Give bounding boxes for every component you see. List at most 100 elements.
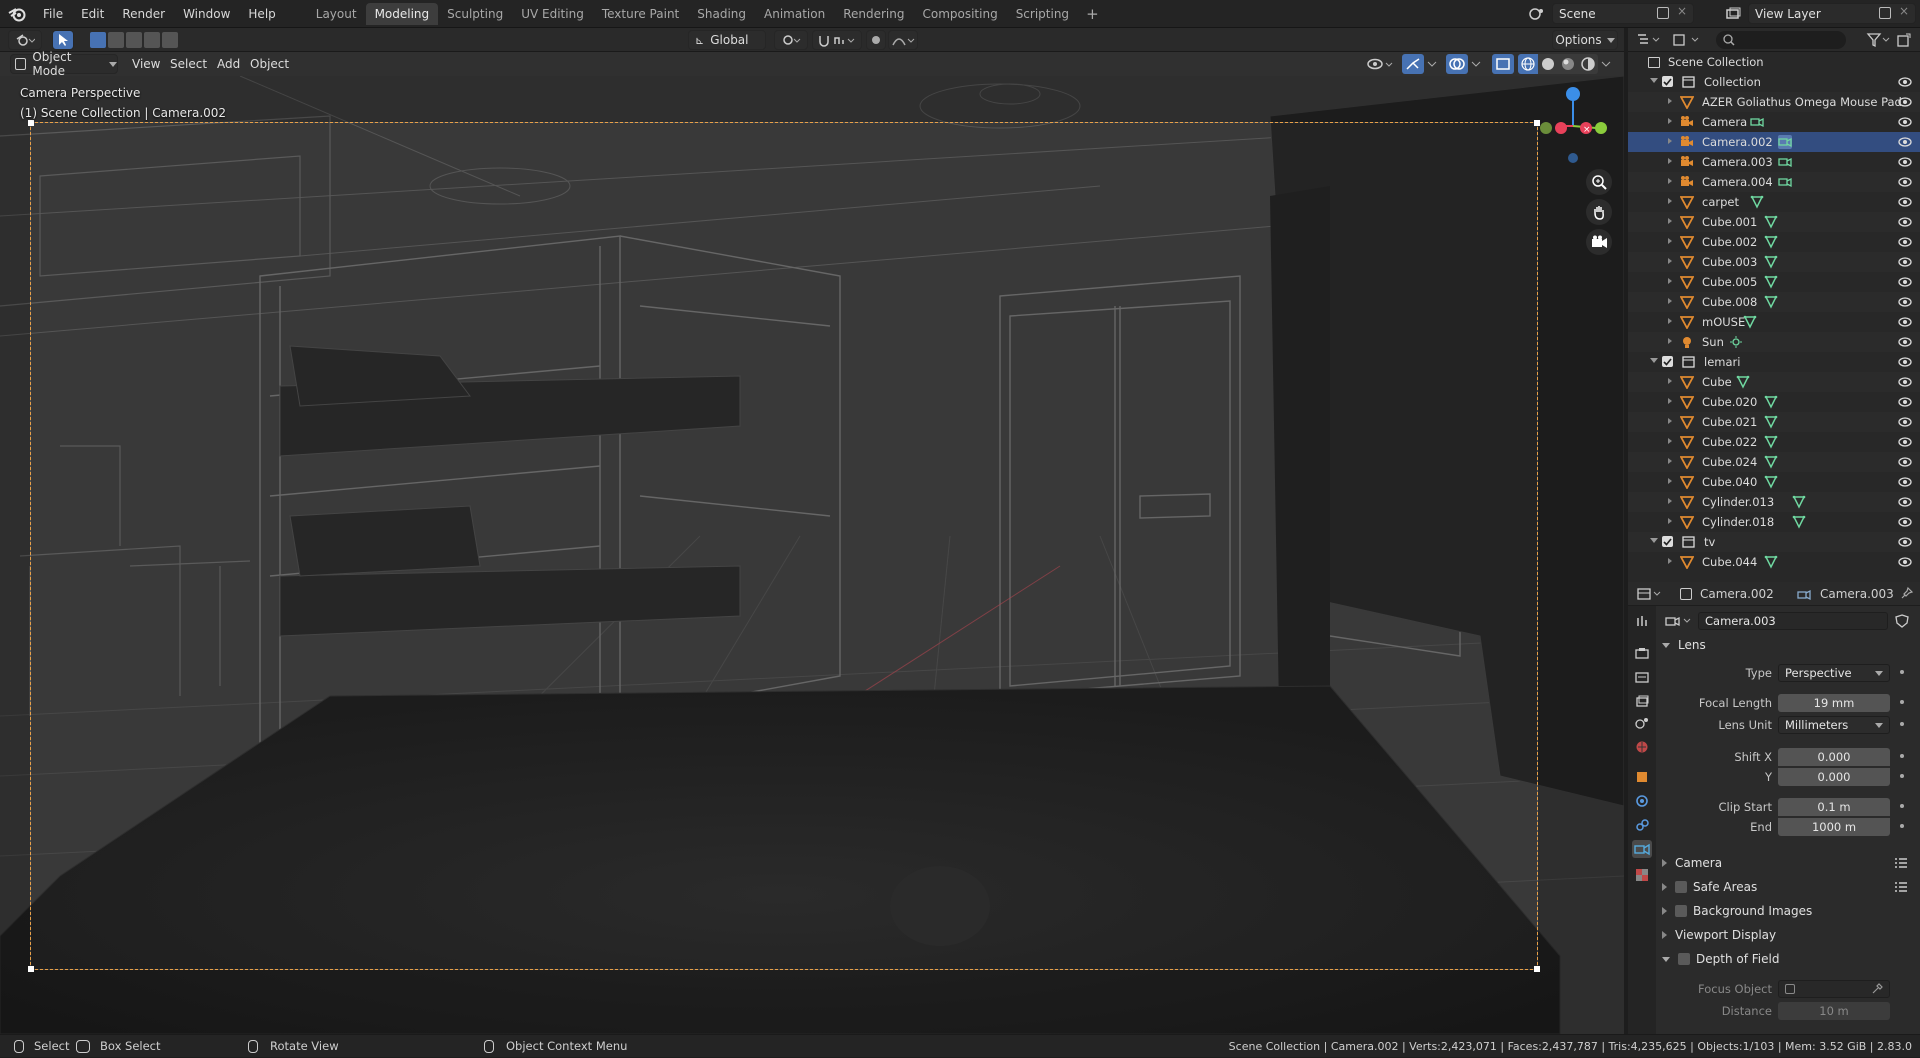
expand-arrow-icon[interactable] (1668, 158, 1672, 164)
mesh-data-icon[interactable] (1764, 435, 1778, 449)
visibility-eye-icon[interactable] (1898, 315, 1912, 329)
select-mode-buttons[interactable] (90, 30, 182, 50)
tab-shading[interactable]: Shading (688, 3, 755, 25)
modifier-tab-icon[interactable] (1635, 794, 1649, 808)
proportional-edit-toggle[interactable] (866, 30, 886, 50)
visibility-eye-icon[interactable] (1898, 135, 1912, 149)
expand-arrow-icon[interactable] (1668, 118, 1672, 124)
expand-arrow-icon[interactable] (1668, 318, 1672, 324)
tab-uv-editing[interactable]: UV Editing (512, 3, 593, 25)
outliner-search-field[interactable] (1716, 31, 1846, 49)
shading-dropdown-icon[interactable] (1600, 58, 1612, 70)
expand-arrow-icon[interactable] (1668, 238, 1672, 244)
depth-of-field-checkbox[interactable] (1678, 953, 1690, 965)
menu-edit[interactable]: Edit (72, 0, 113, 28)
expand-arrow-icon[interactable] (1668, 438, 1672, 444)
clip-end-keyframe-dot[interactable] (1900, 824, 1904, 828)
safe-areas-checkbox[interactable] (1675, 881, 1687, 893)
properties-editor-type-icon[interactable] (1636, 586, 1664, 602)
background-images-checkbox[interactable] (1675, 905, 1687, 917)
view-layer-close-icon[interactable]: × (1899, 4, 1909, 18)
editor-type-button[interactable] (8, 30, 42, 50)
menu-help[interactable]: Help (239, 0, 284, 28)
outliner-row[interactable]: Cube.008 (1628, 292, 1920, 312)
outliner[interactable]: Scene Collection Collection AZER Goliathu… (1628, 52, 1920, 582)
3d-viewport[interactable]: Camera Perspective (1) Scene Collection … (0, 76, 1624, 1034)
visibility-eye-icon[interactable] (1898, 235, 1912, 249)
mesh-data-icon[interactable] (1764, 255, 1778, 269)
mesh-data-icon[interactable] (1750, 195, 1764, 209)
depth-of-field-panel-header[interactable]: Depth of Field (1656, 948, 1920, 970)
clip-end-field[interactable]: 1000 m (1778, 818, 1890, 836)
visibility-eye-icon[interactable] (1898, 515, 1912, 529)
visibility-eye-icon[interactable] (1898, 395, 1912, 409)
expand-arrow-icon[interactable] (1668, 338, 1672, 344)
outliner-row[interactable]: Camera.004 (1628, 172, 1920, 192)
collapse-arrow-icon[interactable] (1650, 78, 1658, 83)
world-tab-icon[interactable] (1635, 740, 1649, 754)
snap-toggle[interactable] (812, 30, 862, 50)
visibility-eye-icon[interactable] (1898, 115, 1912, 129)
outliner-row[interactable]: Cube.020 (1628, 392, 1920, 412)
expand-arrow-icon[interactable] (1668, 298, 1672, 304)
transform-orientation-dropdown[interactable]: ⊾ Global (688, 30, 766, 50)
tab-animation[interactable]: Animation (755, 3, 834, 25)
visibility-eye-icon[interactable] (1898, 255, 1912, 269)
texture-tab-icon[interactable] (1635, 868, 1649, 882)
mesh-data-icon[interactable] (1764, 555, 1778, 569)
add-workspace-icon[interactable]: + (1078, 5, 1107, 23)
expand-arrow-icon[interactable] (1668, 418, 1672, 424)
proportional-falloff-dropdown[interactable] (888, 30, 918, 50)
visibility-eye-icon[interactable] (1898, 195, 1912, 209)
visibility-eye-icon[interactable] (1898, 535, 1912, 549)
scene-close-icon[interactable]: × (1677, 4, 1687, 18)
visibility-eye-icon[interactable] (1898, 455, 1912, 469)
safe-areas-panel-header[interactable]: Safe Areas (1656, 876, 1920, 898)
outliner-row[interactable]: Cube.024 (1628, 452, 1920, 472)
outliner-editor-type-icon[interactable] (1636, 32, 1664, 48)
visibility-eye-icon[interactable] (1898, 275, 1912, 289)
outliner-row[interactable]: Camera.003 (1628, 152, 1920, 172)
select-subtract-icon[interactable] (126, 32, 142, 48)
light-data-icon[interactable] (1729, 335, 1743, 349)
camera-data-icon[interactable] (1778, 135, 1792, 149)
type-dropdown[interactable]: Perspective (1778, 664, 1890, 682)
outliner-row[interactable]: Camera (1628, 112, 1920, 132)
zoom-icon[interactable] (1586, 169, 1612, 195)
camera-view-icon[interactable] (1586, 229, 1612, 255)
outliner-row[interactable]: mOUSE (1628, 312, 1920, 332)
scene-tab-icon[interactable] (1635, 716, 1649, 730)
mesh-data-icon[interactable] (1764, 415, 1778, 429)
tab-scripting[interactable]: Scripting (1007, 3, 1078, 25)
camera-datablock-type-icon[interactable] (1664, 612, 1694, 630)
clip-start-field[interactable]: 0.1 m (1778, 798, 1890, 816)
view-layer-copy-icon[interactable] (1879, 7, 1891, 19)
visibility-eye-icon[interactable] (1898, 435, 1912, 449)
focus-object-field[interactable] (1778, 980, 1890, 998)
outliner-row[interactable]: lemari (1628, 352, 1920, 372)
pan-hand-icon[interactable] (1586, 199, 1612, 225)
outliner-row[interactable]: Cube.005 (1628, 272, 1920, 292)
select-intersect-icon[interactable] (162, 32, 178, 48)
collection-checkbox[interactable] (1662, 356, 1673, 367)
mesh-data-icon[interactable] (1764, 475, 1778, 489)
visibility-eye-icon[interactable] (1898, 355, 1912, 369)
camera-data-icon[interactable] (1778, 175, 1792, 189)
visibility-eye-icon[interactable] (1898, 155, 1912, 169)
menu-add[interactable]: Add (217, 52, 240, 76)
shading-wireframe-icon[interactable] (1518, 54, 1538, 74)
menu-select[interactable]: Select (170, 52, 207, 76)
expand-arrow-icon[interactable] (1668, 178, 1672, 184)
outliner-filter-icon[interactable] (1866, 32, 1892, 48)
expand-arrow-icon[interactable] (1668, 398, 1672, 404)
background-images-panel-header[interactable]: Background Images (1656, 900, 1920, 922)
camera-data-tab-icon[interactable] (1632, 840, 1652, 858)
outliner-row[interactable]: Camera.002 (1628, 132, 1920, 152)
focal-keyframe-dot[interactable] (1900, 700, 1904, 704)
tab-modeling[interactable]: Modeling (365, 2, 439, 25)
visibility-eye-icon[interactable] (1898, 495, 1912, 509)
object-tab-icon[interactable] (1635, 770, 1649, 784)
view-layer-icon[interactable] (1724, 5, 1742, 23)
constraint-tab-icon[interactable] (1635, 818, 1649, 832)
select-extend-icon[interactable] (108, 32, 124, 48)
